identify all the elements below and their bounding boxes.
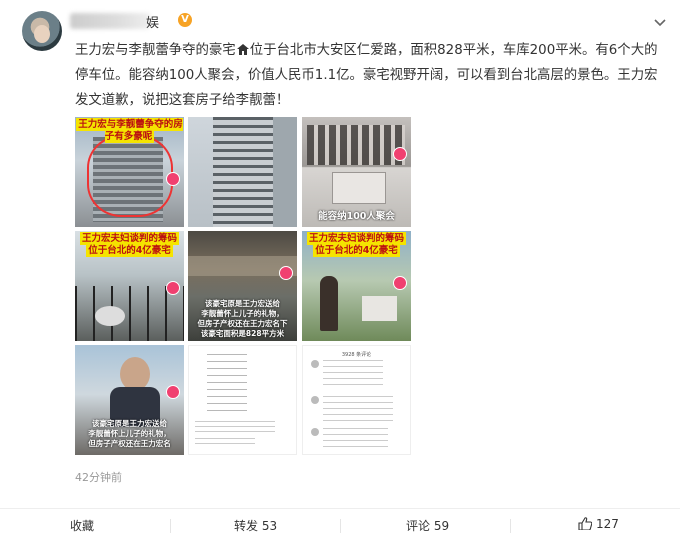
image-1[interactable]: 王力宏与李靓蕾争夺的房子有多豪呢	[75, 117, 184, 227]
action-bar: 收藏 转发 53 评论 59 127	[0, 508, 680, 539]
image-3-caption: 能容纳100人聚会	[318, 211, 395, 222]
image-7-caption-2: 李靓蕾怀上儿子的礼物，	[88, 429, 171, 438]
username-blurred	[70, 13, 150, 29]
like-button[interactable]: 127	[578, 517, 619, 531]
favorite-button[interactable]: 收藏	[70, 517, 94, 534]
post-text-part1: 王力宏与李靓蕾争夺的豪宅	[75, 43, 236, 58]
image-7-caption-1: 该豪宅原是王力宏送给	[92, 419, 167, 428]
image-5-caption-1: 该豪宅原是王力宏送给	[205, 299, 280, 308]
image-5-caption-3: 但房子产权还在王力宏名下	[197, 319, 288, 328]
thumbs-up-icon	[578, 517, 592, 530]
image-5-caption-2: 李靓蕾怀上儿子的礼物，	[201, 309, 284, 318]
image-4[interactable]: 王力宏夫妇谈判的筹码 位于台北的4亿豪宅	[75, 231, 184, 341]
divider	[510, 519, 511, 533]
image-4-banner-2: 位于台北的4亿豪宅	[86, 244, 173, 257]
comment-button[interactable]: 评论 59	[406, 517, 449, 534]
image-5[interactable]: 该豪宅原是王力宏送给 李靓蕾怀上儿子的礼物， 但房子产权还在王力宏名下 该豪宅面…	[188, 231, 297, 341]
divider	[170, 519, 171, 533]
like-count: 127	[596, 517, 619, 531]
image-7-caption-3: 但房子产权还在王力宏名	[88, 439, 171, 448]
divider	[340, 519, 341, 533]
image-6-banner-2: 位于台北的4亿豪宅	[313, 244, 400, 257]
image-2[interactable]	[188, 117, 297, 227]
chevron-down-icon[interactable]	[652, 14, 668, 30]
username[interactable]: 娱	[146, 12, 159, 31]
house-icon	[236, 44, 249, 55]
image-8[interactable]	[188, 345, 297, 455]
image-7[interactable]: 该豪宅原是王力宏送给 李靓蕾怀上儿子的礼物， 但房子产权还在王力宏名	[75, 345, 184, 455]
verified-badge: V	[178, 13, 192, 27]
image-1-caption: 王力宏与李靓蕾争夺的房子有多豪呢	[76, 118, 183, 143]
timestamp: 42分钟前	[75, 471, 122, 484]
image-5-caption-4: 该豪宅面积是828平方米	[200, 329, 285, 338]
repost-button[interactable]: 转发 53	[234, 517, 277, 534]
image-9[interactable]: 3928 条评论	[302, 345, 411, 455]
image-6[interactable]: 王力宏夫妇谈判的筹码 位于台北的4亿豪宅	[302, 231, 411, 341]
avatar[interactable]	[22, 11, 62, 51]
post-text: 王力宏与李靓蕾争夺的豪宅 位于台北市大安区仁爱路，面积828平米，车库200平米。…	[75, 38, 660, 113]
image-3[interactable]: 能容纳100人聚会	[302, 117, 411, 227]
